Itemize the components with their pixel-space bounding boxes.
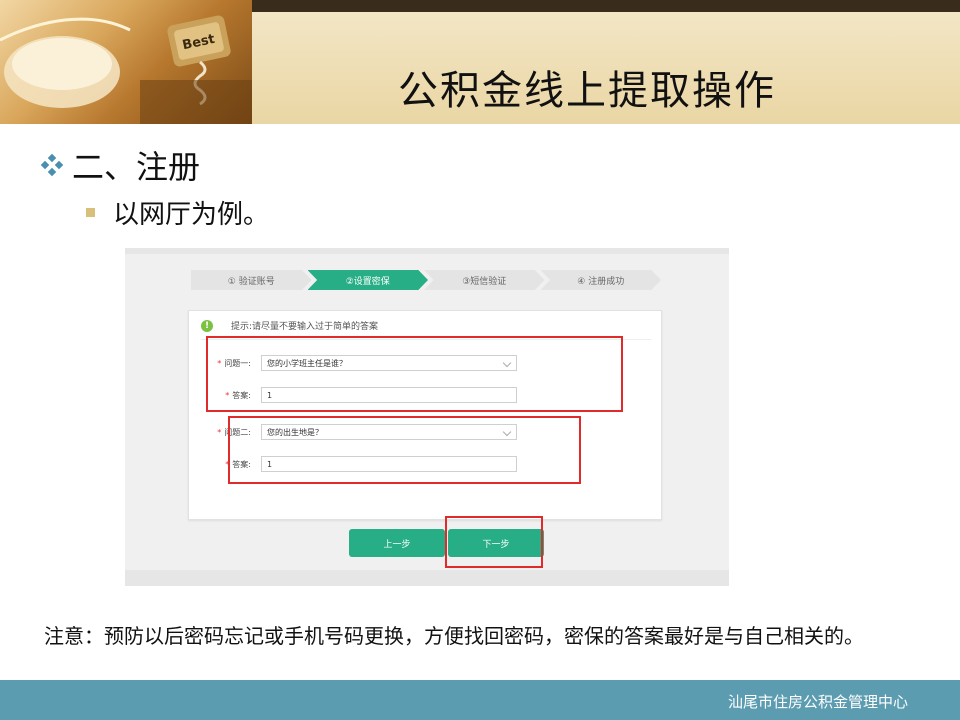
screenshot-top-strip — [125, 248, 729, 254]
slide-footer: 汕尾市住房公积金管理中心 — [0, 680, 960, 720]
step-2-active: ②设置密保 — [307, 270, 428, 290]
prev-step-button[interactable]: 上一步 — [349, 529, 445, 557]
step-progress-bar: ① 验证账号 ②设置密保 ③短信验证 ④ 注册成功 — [191, 270, 661, 290]
step-4: ④ 注册成功 — [540, 270, 661, 290]
slide-header: Best 公积金线上提取操作 — [0, 0, 960, 124]
info-icon: ! — [201, 319, 213, 332]
slide-title: 公积金线上提取操作 — [398, 68, 776, 114]
registration-screenshot: ① 验证账号 ②设置密保 ③短信验证 ④ 注册成功 ! 提示:请尽量不要输入过于… — [125, 248, 729, 586]
mouse-keyboard-photo: Best — [0, 15, 252, 124]
header-top-bar — [252, 0, 960, 12]
highlight-box-question1 — [206, 336, 623, 412]
tip-message: ! 提示:请尽量不要输入过于简单的答案 — [201, 319, 378, 332]
square-bullet-icon — [86, 208, 95, 217]
note-text: 注意：预防以后密码忘记或手机号码更换，方便找回密码，密保的答案最好是与自己相关的… — [44, 624, 864, 648]
screenshot-bottom-strip — [125, 570, 729, 586]
bullet-level2: 以网厅为例。 — [86, 194, 269, 231]
bullet-level1: 二、注册 — [40, 142, 200, 188]
highlight-box-next-button — [445, 516, 543, 568]
footer-org-name: 汕尾市住房公积金管理中心 — [727, 693, 908, 711]
step-3: ③短信验证 — [424, 270, 545, 290]
header-photo: Best — [0, 0, 252, 124]
bullet-level1-text: 二、注册 — [72, 148, 201, 186]
highlight-box-question2 — [228, 416, 581, 484]
step-1: ① 验证账号 — [191, 270, 312, 290]
diamond-bullet-icon — [40, 153, 64, 177]
bullet-level2-text: 以网厅为例。 — [113, 200, 270, 230]
tip-text: 提示:请尽量不要输入过于简单的答案 — [231, 322, 379, 332]
